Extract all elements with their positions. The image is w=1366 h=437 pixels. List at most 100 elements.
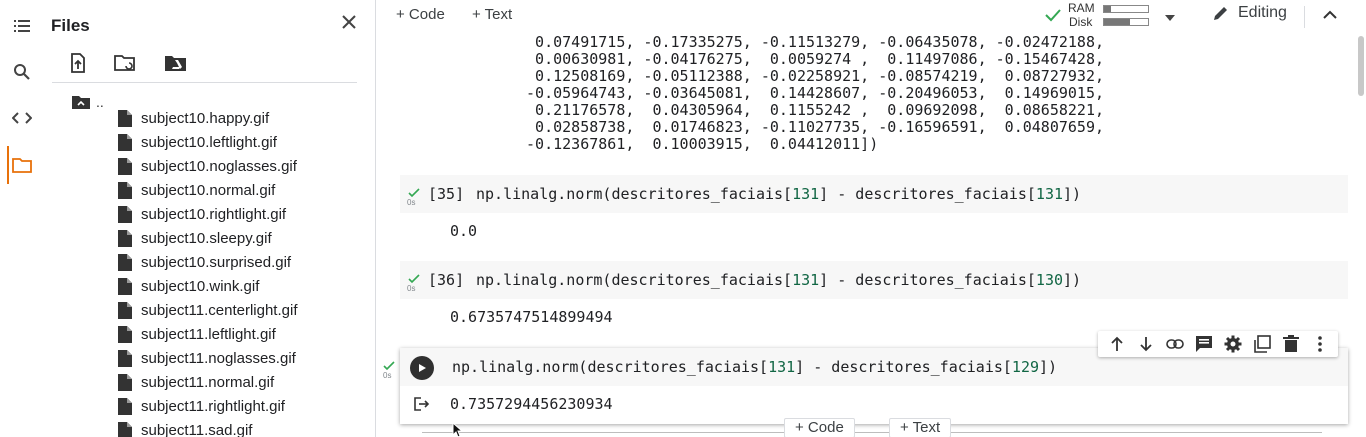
add-text-button[interactable]: + Text <box>472 6 512 23</box>
cell-code[interactable]: np.linalg.norm(descritores_faciais[131] … <box>452 358 1057 376</box>
ram-meter <box>1103 5 1149 13</box>
file-list-item[interactable]: subject11.sad.gif <box>118 418 366 437</box>
file-icon <box>118 205 132 223</box>
link-icon[interactable] <box>1165 334 1185 354</box>
code-text: ]) <box>1063 185 1082 203</box>
execution-time: 0s <box>383 371 392 380</box>
file-name: subject10.happy.gif <box>141 109 270 127</box>
code-snippets-icon[interactable] <box>0 98 44 138</box>
file-icon <box>118 397 132 415</box>
add-code-button[interactable]: + Code <box>396 6 445 23</box>
file-list-item[interactable]: subject10.wink.gif <box>118 274 366 298</box>
parent-folder-row[interactable]: .. <box>72 94 104 110</box>
active-code-cell[interactable]: np.linalg.norm(descritores_faciais[131] … <box>400 348 1348 424</box>
file-name: subject11.normal.gif <box>141 373 275 391</box>
file-name: subject10.leftlight.gif <box>141 133 277 151</box>
mirror-cell-icon[interactable] <box>1252 334 1272 354</box>
more-options-icon[interactable] <box>1310 334 1330 354</box>
notebook-toolbar: + Code + Text RAM Disk Editing <box>376 0 1366 34</box>
folder-icon[interactable] <box>0 145 44 185</box>
file-name: subject11.leftlight.gif <box>141 325 276 343</box>
array-output-line: 0.21176578, 0.04305964, 0.1155242 , 0.09… <box>517 101 1104 119</box>
cell-code[interactable]: np.linalg.norm(descritores_faciais[131] … <box>476 271 1081 289</box>
upload-icon[interactable] <box>66 51 90 75</box>
output-actions-icon[interactable] <box>414 397 430 416</box>
file-icon <box>118 229 132 247</box>
execution-time: 0s <box>407 284 416 293</box>
file-icon <box>118 109 132 127</box>
file-name: subject10.sleepy.gif <box>141 229 272 247</box>
ram-label: RAM <box>1068 1 1095 15</box>
array-output-line: -0.05964743, -0.03645081, 0.14428607, -0… <box>517 84 1104 102</box>
array-output-line: 0.00630981, -0.04176275, 0.0059274 , 0.1… <box>517 50 1104 68</box>
comment-icon[interactable] <box>1194 334 1214 354</box>
chevron-down-icon[interactable] <box>1164 10 1176 28</box>
file-list-item[interactable]: subject11.noglasses.gif <box>118 346 366 370</box>
editing-label: Editing <box>1238 4 1287 21</box>
editing-mode-button[interactable]: Editing <box>1212 4 1287 22</box>
file-list-item[interactable]: subject10.sleepy.gif <box>118 226 366 250</box>
execution-time: 0s <box>407 198 416 207</box>
file-list-item[interactable]: subject11.rightlight.gif <box>118 394 366 418</box>
files-panel-title: Files <box>51 16 90 35</box>
bottom-add-text-button[interactable]: + Text <box>889 418 952 437</box>
search-icon[interactable] <box>0 52 44 92</box>
code-number: 129 <box>1011 358 1040 376</box>
cell-output: 0.7357294456230934 <box>450 395 613 413</box>
ram-meter-fill <box>1104 6 1111 12</box>
disk-meter <box>1103 18 1149 26</box>
arrow-up-icon[interactable] <box>1107 334 1127 354</box>
refresh-folder-icon[interactable] <box>114 51 138 75</box>
notebook-area: 0.07491715, -0.17335275, -0.11513279, -0… <box>376 34 1366 437</box>
icon-rail <box>0 0 44 437</box>
close-icon[interactable] <box>337 10 361 34</box>
file-name: subject11.sad.gif <box>141 421 253 437</box>
file-icon <box>118 373 132 391</box>
mouse-cursor-icon <box>452 422 464 437</box>
file-list-item[interactable]: subject11.normal.gif <box>118 370 366 394</box>
file-name: subject11.centerlight.gif <box>141 301 298 319</box>
arrow-down-icon[interactable] <box>1136 334 1156 354</box>
file-icon <box>118 349 132 367</box>
scrollbar[interactable] <box>1358 36 1364 96</box>
cell-code[interactable]: np.linalg.norm(descritores_faciais[131] … <box>476 185 1081 203</box>
file-name: subject11.noglasses.gif <box>141 349 296 367</box>
file-icon <box>118 421 132 437</box>
file-list-item[interactable]: subject10.leftlight.gif <box>118 130 366 154</box>
file-icon <box>118 181 132 199</box>
file-icon <box>118 277 132 295</box>
run-cell-button[interactable] <box>410 356 434 380</box>
code-text: ] - descritores_faciais[ <box>819 271 1036 289</box>
execution-count: [36] <box>428 271 465 289</box>
mount-drive-icon[interactable] <box>164 51 188 75</box>
file-name: subject10.wink.gif <box>141 277 260 295</box>
array-output-line: 0.12508169, -0.05112388, -0.02258921, -0… <box>517 67 1104 85</box>
ram-disk-indicator[interactable]: RAM Disk <box>1044 1 1154 31</box>
code-cell[interactable]: 0s [35] np.linalg.norm(descritores_faciais… <box>400 175 1348 213</box>
add-cell-line <box>422 432 1322 433</box>
file-name: subject10.rightlight.gif <box>141 205 287 223</box>
code-text: ] - descritores_faciais[ <box>795 358 1012 376</box>
table-of-contents-icon[interactable] <box>0 6 44 46</box>
code-text: ] - descritores_faciais[ <box>819 185 1036 203</box>
chevron-up-icon[interactable] <box>1322 7 1338 28</box>
file-list-item[interactable]: subject10.happy.gif <box>118 106 366 130</box>
array-output-line: 0.02858738, 0.01746823, -0.11027735, -0.… <box>517 118 1104 136</box>
bottom-add-code-button[interactable]: + Code <box>784 418 855 437</box>
cell-output: 0.0 <box>450 222 478 240</box>
file-list-item[interactable]: subject11.leftlight.gif <box>118 322 366 346</box>
file-list-item[interactable]: subject10.normal.gif <box>118 178 366 202</box>
code-text: ]) <box>1063 271 1082 289</box>
file-list-item[interactable]: subject11.centerlight.gif <box>118 298 366 322</box>
code-number: 131 <box>1035 185 1064 203</box>
file-icon <box>118 253 132 271</box>
code-cell[interactable]: 0s [36] np.linalg.norm(descritores_faciais… <box>400 261 1348 299</box>
file-list-item[interactable]: subject10.rightlight.gif <box>118 202 366 226</box>
code-number: 130 <box>1035 271 1064 289</box>
file-list-item[interactable]: subject10.noglasses.gif <box>118 154 366 178</box>
file-list: subject10.happy.gif subject10.leftlight.g… <box>118 106 366 437</box>
file-list-item[interactable]: subject10.surprised.gif <box>118 250 366 274</box>
gear-icon[interactable] <box>1223 334 1243 354</box>
trash-icon[interactable] <box>1281 334 1301 354</box>
code-text: np.linalg.norm(descritores_faciais[ <box>452 358 769 376</box>
